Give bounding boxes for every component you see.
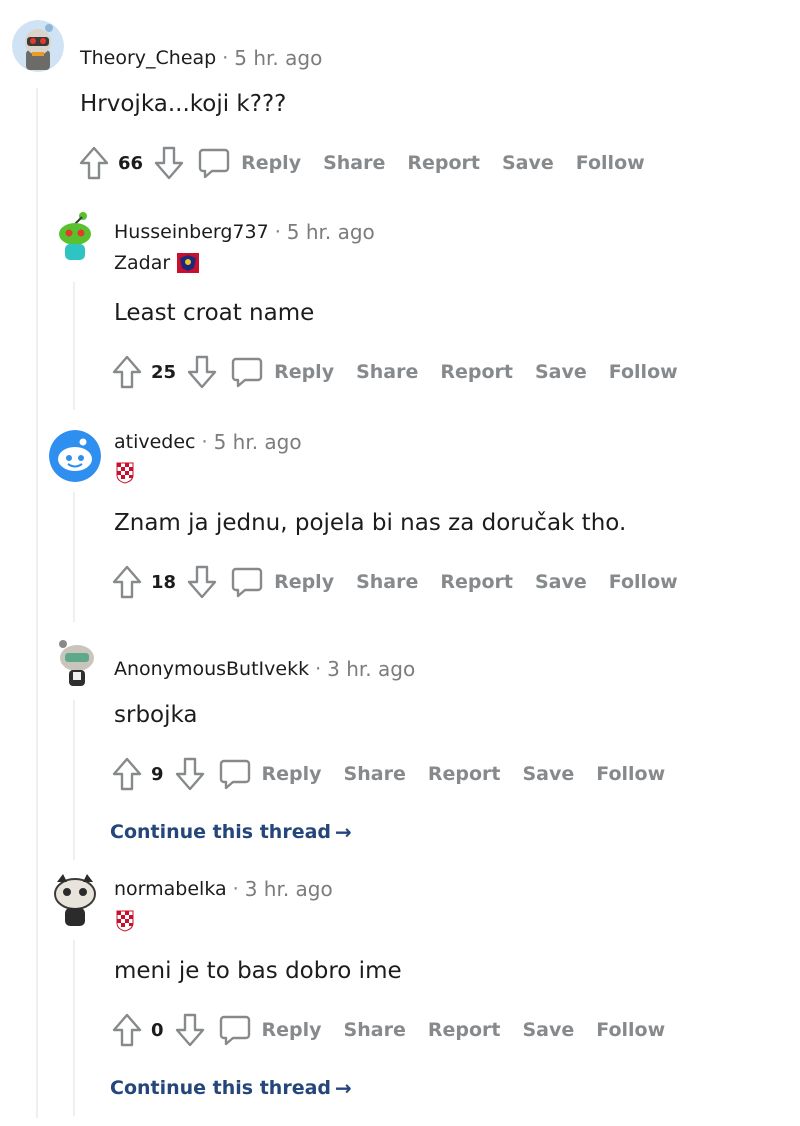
timestamp[interactable]: 5 hr. ago — [214, 430, 302, 454]
default-snoo-avatar-icon[interactable] — [49, 430, 101, 482]
vote-score: 66 — [118, 152, 144, 174]
meta-separator: · — [222, 47, 229, 69]
share-button[interactable]: Share — [344, 1019, 406, 1041]
zadar-coat-of-arms-icon — [176, 252, 200, 274]
thread-line-child-3[interactable] — [73, 700, 75, 860]
comment-body: Least croat name — [114, 300, 315, 326]
share-button[interactable]: Share — [323, 152, 385, 174]
follow-button[interactable]: Follow — [609, 571, 678, 593]
comment-bubble-icon — [198, 148, 230, 179]
vote-score: 18 — [151, 571, 177, 593]
downvote-icon[interactable] — [186, 564, 218, 600]
username[interactable]: normabelka — [114, 878, 227, 900]
reply-button[interactable]: Reply — [197, 146, 301, 180]
report-button[interactable]: Report — [428, 763, 501, 785]
save-button[interactable]: Save — [522, 1019, 574, 1041]
upvote-icon[interactable] — [111, 564, 143, 600]
timestamp[interactable]: 5 hr. ago — [234, 46, 322, 70]
report-button[interactable]: Report — [407, 152, 480, 174]
downvote-icon[interactable] — [153, 145, 185, 181]
continue-thread-link[interactable]: Continue this thread → — [110, 1076, 352, 1100]
arrow-right-icon: → — [335, 1076, 352, 1100]
comment-actions: 9 Reply Share Report Save Follow — [111, 754, 665, 794]
comment-actions: 25 Reply Share Report Save Follow — [111, 352, 678, 392]
downvote-icon[interactable] — [174, 1012, 206, 1048]
reply-label: Reply — [261, 763, 322, 785]
meta-separator: · — [315, 658, 322, 680]
thread-line-root[interactable] — [36, 88, 38, 1118]
timestamp[interactable]: 3 hr. ago — [327, 657, 415, 681]
reply-button[interactable]: Reply — [230, 565, 334, 599]
save-button[interactable]: Save — [522, 763, 574, 785]
thread-line-child-1[interactable] — [73, 282, 75, 410]
croatian-checkerboard-icon — [116, 462, 134, 484]
report-button[interactable]: Report — [440, 571, 513, 593]
comment-bubble-icon — [219, 759, 250, 790]
thread-line-child-4[interactable] — [73, 940, 75, 1116]
vote-score: 9 — [151, 763, 164, 785]
upvote-icon[interactable] — [111, 354, 143, 390]
cat-snoo-avatar-icon[interactable] — [45, 868, 105, 928]
share-button[interactable]: Share — [344, 763, 406, 785]
comment-bubble-icon — [231, 567, 263, 598]
user-flair — [116, 910, 134, 932]
share-button[interactable]: Share — [356, 571, 418, 593]
reply-button[interactable]: Reply — [230, 355, 334, 389]
reply-label: Reply — [241, 152, 302, 174]
reply-label: Reply — [274, 361, 335, 383]
reply-label: Reply — [261, 1019, 322, 1041]
save-button[interactable]: Save — [502, 152, 554, 174]
timestamp[interactable]: 5 hr. ago — [287, 220, 375, 244]
user-flair — [116, 462, 134, 484]
continue-thread-link[interactable]: Continue this thread → — [110, 820, 352, 844]
username[interactable]: AnonymousButIvekk — [114, 658, 309, 680]
upvote-icon[interactable] — [111, 756, 143, 792]
robot-avatar-icon[interactable] — [12, 20, 64, 72]
follow-button[interactable]: Follow — [576, 152, 645, 174]
reply-button[interactable]: Reply — [218, 1013, 322, 1047]
comment-bubble-icon — [231, 357, 263, 388]
vote-score: 0 — [151, 1019, 164, 1041]
comment-actions: 0 Reply Share Report Save Follow — [111, 1010, 665, 1050]
continue-thread-label: Continue this thread — [110, 1077, 332, 1099]
vote-score: 25 — [151, 361, 177, 383]
comment-actions: 66 Reply Share Report Save Follow — [78, 143, 645, 183]
meta-separator: · — [232, 878, 239, 900]
flair-text: Zadar — [114, 252, 171, 274]
report-button[interactable]: Report — [440, 361, 513, 383]
save-button[interactable]: Save — [535, 571, 587, 593]
comment-body: srbojka — [114, 702, 198, 728]
croatian-checkerboard-icon — [116, 910, 134, 932]
timestamp[interactable]: 3 hr. ago — [245, 877, 333, 901]
reply-label: Reply — [274, 571, 335, 593]
downvote-icon[interactable] — [174, 756, 206, 792]
username[interactable]: ativedec — [114, 431, 196, 453]
green-snoo-avatar-icon[interactable] — [49, 210, 101, 262]
upvote-icon[interactable] — [111, 1012, 143, 1048]
follow-button[interactable]: Follow — [596, 763, 665, 785]
share-button[interactable]: Share — [356, 361, 418, 383]
meta-separator: · — [201, 431, 208, 453]
follow-button[interactable]: Follow — [609, 361, 678, 383]
upvote-icon[interactable] — [78, 145, 110, 181]
arrow-right-icon: → — [335, 820, 352, 844]
save-button[interactable]: Save — [535, 361, 587, 383]
username[interactable]: Husseinberg737 — [114, 221, 269, 243]
continue-thread-label: Continue this thread — [110, 821, 332, 843]
comment-body: Znam ja jednu, pojela bi nas za doručak … — [114, 510, 627, 536]
downvote-icon[interactable] — [186, 354, 218, 390]
comment-body: meni je to bas dobro ime — [114, 958, 402, 984]
username[interactable]: Theory_Cheap — [80, 47, 216, 69]
comment-actions: 18 Reply Share Report Save Follow — [111, 562, 678, 602]
follow-button[interactable]: Follow — [596, 1019, 665, 1041]
comment-bubble-icon — [219, 1015, 250, 1046]
reply-button[interactable]: Reply — [218, 757, 322, 791]
meta-separator: · — [274, 221, 281, 243]
user-flair: Zadar — [114, 252, 200, 274]
thread-line-child-2[interactable] — [73, 492, 75, 622]
masked-snoo-avatar-icon[interactable] — [49, 636, 101, 688]
report-button[interactable]: Report — [428, 1019, 501, 1041]
comment-body: Hrvojka...koji k??? — [80, 91, 287, 117]
